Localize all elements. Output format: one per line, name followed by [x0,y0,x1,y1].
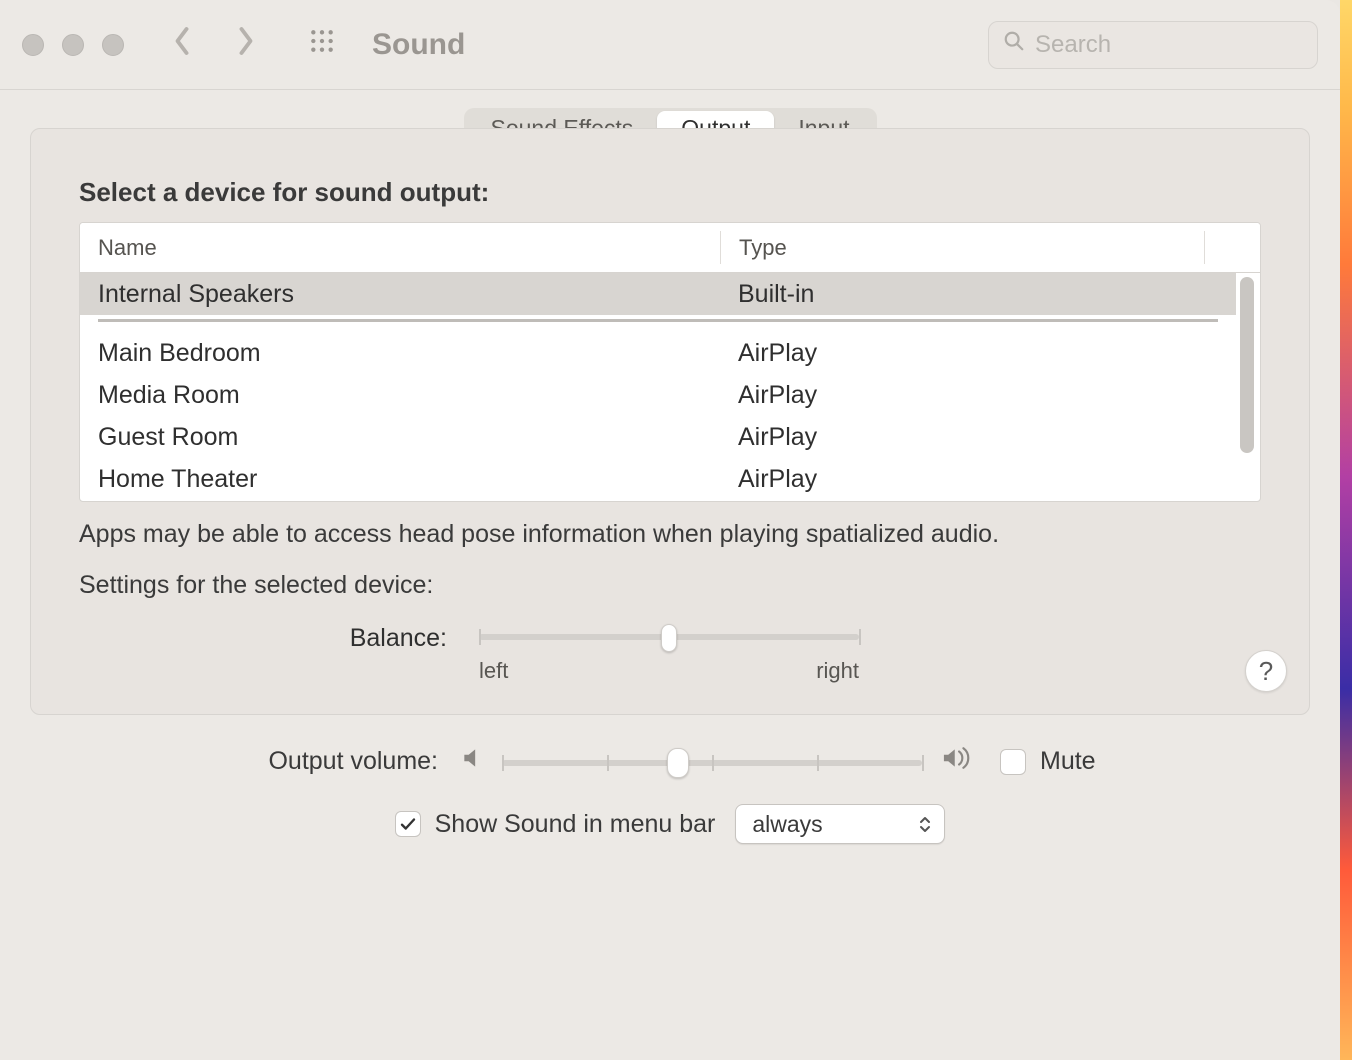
device-type: Built-in [720,280,1236,309]
device-name: Internal Speakers [80,280,720,309]
show-in-menubar-label: Show Sound in menu bar [435,810,716,839]
balance-thumb[interactable] [661,624,677,652]
device-type: AirPlay [720,423,1236,452]
column-header-name[interactable]: Name [80,223,720,272]
chevron-left-icon [171,26,193,63]
table-row[interactable]: Main Bedroom AirPlay [80,332,1236,374]
settings-heading: Settings for the selected device: [31,557,1309,624]
help-button[interactable]: ? [1245,650,1287,692]
table-row[interactable]: Home Theater AirPlay [80,458,1236,500]
mute-checkbox[interactable] [1000,749,1026,775]
select-value: always [752,811,822,838]
spatial-audio-note: Apps may be able to access head pose inf… [31,502,1309,557]
table-header: Name Type [80,223,1260,273]
checkmark-icon [399,815,417,833]
show-in-menubar-checkbox[interactable] [395,811,421,837]
search-icon [1003,30,1025,59]
device-name: Main Bedroom [80,339,720,368]
volume-high-icon [938,745,978,778]
chevron-right-icon [235,26,257,63]
output-volume-slider[interactable] [502,757,922,766]
output-device-table: Name Type Internal Speakers Built-in Mai… [79,222,1261,502]
device-name: Home Theater [80,465,720,494]
table-scrollbar[interactable] [1240,277,1254,453]
output-volume-label: Output volume: [30,747,460,776]
grid-icon [309,28,335,61]
balance-left-label: left [479,658,508,684]
menubar-visibility-select[interactable]: always [735,804,945,844]
output-panel: Select a device for sound output: Name T… [30,128,1310,715]
desktop-wallpaper-sliver [1340,0,1352,1060]
minimize-window-button[interactable] [62,34,84,56]
close-window-button[interactable] [22,34,44,56]
table-row[interactable]: Guest Room AirPlay [80,416,1236,458]
show-all-button[interactable] [302,25,342,65]
table-row[interactable]: Media Room AirPlay [80,374,1236,416]
select-stepper-icon [918,816,932,833]
table-row[interactable]: Internal Speakers Built-in [80,273,1236,315]
search-input[interactable] [1035,31,1303,59]
volume-low-icon [460,745,486,778]
volume-track [502,760,922,766]
footer-controls: Output volume: [0,715,1340,844]
balance-slider[interactable]: left right [479,624,859,684]
mute-label: Mute [1040,747,1096,776]
toolbar: Sound [0,0,1340,90]
table-body: Internal Speakers Built-in Main Bedroom … [80,273,1260,500]
window-title: Sound [372,28,465,62]
select-device-heading: Select a device for sound output: [31,177,1309,222]
balance-track [479,634,859,640]
volume-thumb[interactable] [667,748,689,778]
device-name: Media Room [80,381,720,410]
column-header-spacer [1204,231,1260,264]
window-traffic-lights [22,34,124,56]
device-type: AirPlay [720,381,1236,410]
sound-preferences-window: Sound Sound Effects Output Input Select … [0,0,1340,1060]
forward-button[interactable] [226,25,266,65]
search-field[interactable] [988,21,1318,69]
device-type: AirPlay [720,339,1236,368]
column-header-type[interactable]: Type [720,231,1204,264]
balance-right-label: right [816,658,859,684]
zoom-window-button[interactable] [102,34,124,56]
balance-label: Balance: [79,624,479,653]
device-name: Guest Room [80,423,720,452]
back-button[interactable] [162,25,202,65]
device-type: AirPlay [720,465,1236,494]
table-separator [98,319,1218,322]
help-icon: ? [1259,656,1273,687]
